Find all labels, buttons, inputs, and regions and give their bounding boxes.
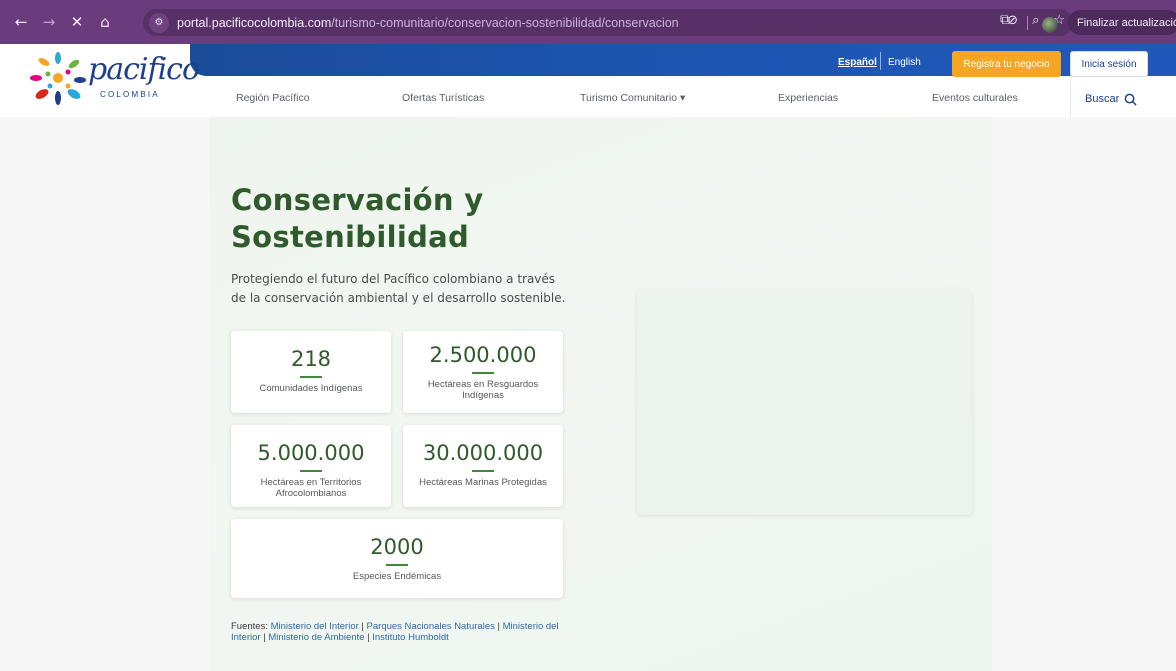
stat-card: 30.000.000 Hectáreas Marinas Protegidas [403,425,563,507]
nav-region-pacifico[interactable]: Región Pacífico [236,92,310,104]
url-host: portal.pacificocolombia.com [177,15,332,30]
nav-eventos-culturales[interactable]: Eventos culturales [932,92,1018,104]
stat-value: 2000 [370,535,424,559]
lang-spanish-link[interactable]: Español [838,57,877,68]
search-label: Buscar [1085,93,1120,105]
profile-avatar[interactable] [1042,17,1058,33]
site-info-icon[interactable]: ⚙ [149,12,169,33]
stat-divider [300,470,322,472]
search-icon [1124,93,1137,106]
source-link[interactable]: Ministerio de Ambiente [268,632,364,643]
sources-note: Fuentes: Ministerio del Interior | Parqu… [231,621,559,643]
url-text[interactable]: portal.pacificocolombia.com/turismo-comu… [177,16,679,30]
logo-wordmark: pacifico [88,52,200,87]
stat-divider [386,564,408,566]
search-button[interactable]: Buscar [1070,81,1176,117]
browser-toolbar: ← → ✕ ⌂ ⚙ portal.pacificocolombia.com/tu… [0,0,1176,44]
home-icon[interactable]: ⌂ [94,13,116,31]
extensions-icon[interactable]: ⧉ [1000,12,1010,28]
stat-value: 30.000.000 [422,441,544,465]
register-business-button[interactable]: Registra tu negocio [952,51,1061,77]
stat-divider [472,470,494,472]
stat-card: 5.000.000 Hectáreas en Territorios Afroc… [231,425,391,507]
update-button[interactable]: Finalizar actualización [1068,10,1176,35]
stat-card: 2.500.000 Hectáreas en Resguardos Indíge… [403,331,563,413]
stat-card: 2000 Especies Endémicas [231,519,563,598]
media-placeholder [637,290,972,515]
site-logo[interactable]: pacifico COLOMBIA [28,50,200,108]
login-button[interactable]: Inicia sesión [1070,51,1148,77]
logo-mark-icon [30,52,86,105]
nav-turismo-comunitario[interactable]: Turismo Comunitario ▾ [580,92,685,104]
stat-divider [300,376,322,378]
close-icon[interactable]: ✕ [66,13,88,31]
lang-divider [880,52,881,70]
back-icon[interactable]: ← [10,13,32,31]
stat-label: Hectáreas en Territorios Afrocolombianos [260,476,362,499]
stat-label: Hectáreas Marinas Protegidas [419,476,547,488]
stat-label: Especies Endémicas [352,570,442,582]
source-link[interactable]: Parques Nacionales Naturales [367,621,495,632]
page-subtitle: Protegiendo el futuro del Pacífico colom… [231,272,566,305]
stat-card: 218 Comunidades Indígenas [231,331,391,413]
source-link[interactable]: Instituto Humboldt [372,632,449,643]
address-bar[interactable]: ⚙ portal.pacificocolombia.com/turismo-co… [143,9,1073,36]
stat-label: Comunidades Indígenas [259,382,363,394]
page-title: Conservación y Sostenibilidad [231,183,484,254]
source-link[interactable]: Ministerio del Interior [271,621,359,632]
sources-prefix: Fuentes: [231,621,268,632]
nav-experiencias[interactable]: Experiencias [778,92,838,104]
lang-english-link[interactable]: English [888,57,921,68]
site-header: pacifico COLOMBIA Español English Regist… [0,44,1176,117]
toolbar-divider [1027,16,1028,30]
zoom-icon[interactable]: ⌕ [1032,13,1039,28]
stat-label: Hectáreas en Resguardos Indígenas [427,378,539,401]
url-path: /turismo-comunitario/conservacion-sosten… [331,15,679,30]
forward-icon[interactable]: → [38,13,60,31]
stat-value: 5.000.000 [257,441,365,465]
logo-subtitle: COLOMBIA [100,90,160,99]
stat-divider [472,372,494,374]
nav-ofertas-turisticas[interactable]: Ofertas Turísticas [402,92,484,104]
stat-value: 218 [290,347,332,371]
stat-value: 2.500.000 [429,343,537,367]
